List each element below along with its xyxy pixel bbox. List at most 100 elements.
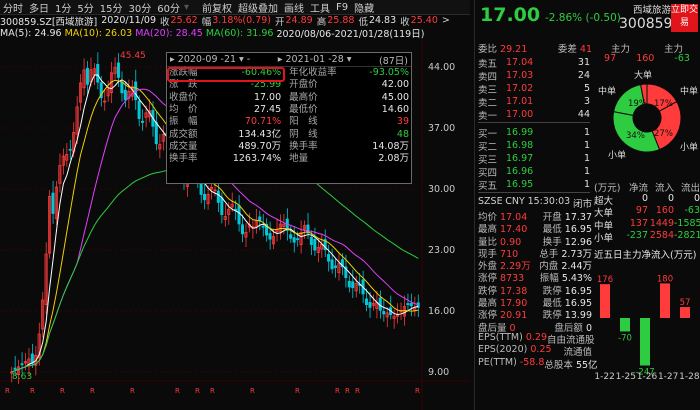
adjust-button[interactable]: 前复权 xyxy=(190,0,235,15)
candle-body xyxy=(289,234,293,239)
tooltip-label: 成交量 xyxy=(169,140,198,152)
event-marker: R xyxy=(415,387,420,395)
webi-row: 委比 29.21 委差 41 xyxy=(478,44,592,55)
chevron-right-icon[interactable]: > xyxy=(442,15,454,26)
flow-in: 0 xyxy=(667,192,674,204)
candle-body xyxy=(137,100,141,119)
chevron-down-icon[interactable]: ▾ xyxy=(183,2,190,13)
tooltip-value: 2.08万 xyxy=(378,153,409,165)
candle-body xyxy=(85,67,89,85)
level-price: 16.99 xyxy=(506,127,534,138)
stat-row: PE(TTM) -58.8 总股本 55亿 xyxy=(478,357,598,371)
level-price: 17.02 xyxy=(506,83,534,94)
level-volume: 5 xyxy=(583,83,590,94)
ask-book: 卖五 17.04 31 卖四 17.03 24 卖三 17.02 5 卖二 17.01 3 卖一 17.0… xyxy=(478,56,590,122)
candle-body xyxy=(237,205,241,225)
tab-5min[interactable]: 5分 xyxy=(74,0,96,15)
y-tick: 16.00 xyxy=(428,306,455,317)
flow-label: 超大 xyxy=(594,195,614,207)
y-tick: 44.00 xyxy=(428,62,455,73)
tab-30min[interactable]: 30分 xyxy=(125,0,154,15)
tooltip-label: 成交额 xyxy=(169,128,198,140)
level-volume: 24 xyxy=(577,70,590,81)
level-price: 17.03 xyxy=(506,70,534,81)
flow-net: 0 xyxy=(641,192,648,204)
low-value: 24.83 xyxy=(368,15,397,26)
f9-button[interactable]: F9 xyxy=(333,2,351,13)
status-item: SZSE xyxy=(478,196,503,207)
highlight-box xyxy=(167,67,285,82)
tooltip-value: 489.70万 xyxy=(238,140,282,152)
tooltip-label: 阴 线 xyxy=(289,128,318,140)
candle-body xyxy=(13,367,17,370)
overlay-button[interactable]: 超级叠加 xyxy=(235,0,281,15)
range-start-date[interactable]: ▸ 2020-09 -21 ▾ - xyxy=(170,54,250,65)
five-day-bar xyxy=(600,284,610,318)
range-value: 2020/08/06-2021/01/28(119日) xyxy=(276,29,425,40)
order-level: 买三 16.97 1 xyxy=(478,152,590,166)
level-price: 16.97 xyxy=(506,153,534,164)
tooltip-value: 17.00 xyxy=(253,91,282,103)
hide-button[interactable]: 隐藏 xyxy=(351,0,377,15)
event-marker: R xyxy=(250,387,255,395)
tooltip-label: 阳 线 xyxy=(289,116,318,128)
level-volume: 31 xyxy=(577,57,590,68)
order-level: 买一 16.99 1 xyxy=(478,126,590,140)
flow-label: 大单 xyxy=(594,208,614,219)
flow-in: 160 xyxy=(655,205,674,216)
tab-15min[interactable]: 15分 xyxy=(97,0,126,15)
amp-value: 3.18%(0.79) xyxy=(212,15,271,26)
flow-header-cell: (万元) xyxy=(594,183,621,194)
trade-button[interactable]: 立即交易 xyxy=(671,4,698,32)
markers: RRRRRRRRRRRRRR xyxy=(5,387,420,395)
tab-intraday[interactable]: 分时 xyxy=(0,0,26,15)
level-price: 16.96 xyxy=(506,166,534,177)
level-name: 买三 xyxy=(478,154,498,166)
close-value: 25.62 xyxy=(170,15,198,26)
flow-row: 大单 97 160 -63 xyxy=(594,205,700,219)
candle-body xyxy=(313,239,317,251)
draw-button[interactable]: 画线 xyxy=(281,0,307,15)
flow-net: -237 xyxy=(626,230,648,241)
candle-body xyxy=(51,192,55,214)
level-name: 买四 xyxy=(478,167,498,179)
five-day-label: 1-25 xyxy=(615,372,636,382)
tab-1min[interactable]: 1分 xyxy=(52,0,74,15)
five-day-value: 57 xyxy=(680,298,691,308)
five-day-label: 1-26 xyxy=(636,372,658,382)
event-marker: R xyxy=(335,387,340,395)
order-level: 买二 16.98 1 xyxy=(478,139,590,153)
order-level: 卖三 17.02 5 xyxy=(478,82,590,96)
event-marker: R xyxy=(295,387,300,395)
stat-row: 最高 17.40 最低 16.95 xyxy=(478,221,592,235)
stat-row: 涨停 8733 振幅 5.43% xyxy=(478,270,592,284)
candle-body xyxy=(268,233,272,240)
tooltip-label: 均 价 xyxy=(169,104,198,116)
range-end-date[interactable]: ▸ 2021-01 -28 ▾ xyxy=(278,54,352,65)
level-name: 卖四 xyxy=(478,71,498,83)
level-volume: 3 xyxy=(583,96,590,107)
candle-body xyxy=(141,120,145,123)
tooltip-label: 换手率 xyxy=(169,153,198,165)
tab-multiday[interactable]: 多日 xyxy=(26,0,52,15)
high-value: 25.88 xyxy=(327,15,355,26)
flow-net: 97 xyxy=(635,205,648,216)
level-volume: 1 xyxy=(583,153,590,164)
flow-header-cell: 流出 xyxy=(680,183,700,194)
tooltip-value: 14.08万 xyxy=(372,140,409,152)
ma60-value: MA(60): 31.96 xyxy=(205,27,274,39)
tools-button[interactable]: 工具 xyxy=(307,0,333,15)
flow-out: -1585 xyxy=(674,217,700,229)
stat-row: EPS(TTM) 0.29 自由流通股 xyxy=(478,332,595,346)
event-marker: R xyxy=(5,387,10,395)
event-marker: R xyxy=(30,387,35,395)
candle-body xyxy=(20,363,24,366)
tooltip-label: 最高价 xyxy=(289,91,318,103)
flow-label: 中单 xyxy=(594,220,614,232)
stat-row: 涨停 20.91 跌停 13.99 xyxy=(478,307,592,321)
tab-60min[interactable]: 60分 xyxy=(154,0,183,15)
candle-body xyxy=(203,193,207,201)
order-level: 卖四 17.03 24 xyxy=(478,69,590,83)
stock-code: 300859.SZ[西域旅游] xyxy=(0,16,98,28)
flow-row: 中单 137 1449 -1585 xyxy=(594,217,700,232)
